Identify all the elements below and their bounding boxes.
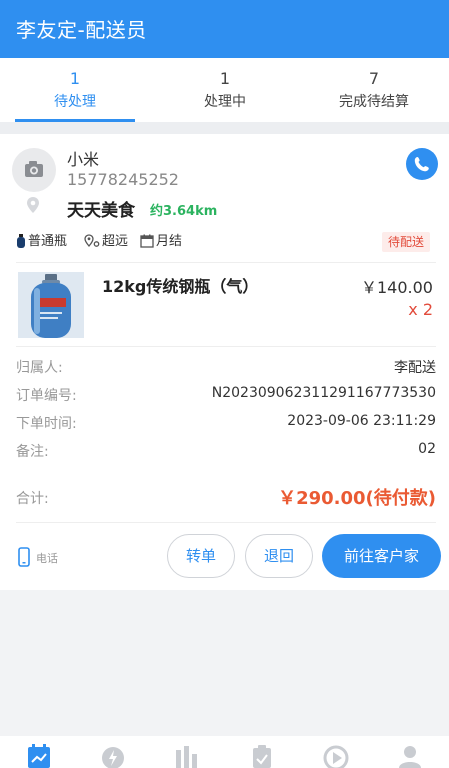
bar-chart-icon[interactable] xyxy=(174,744,200,768)
tag-distance-far: 超远 xyxy=(84,232,128,252)
bolt-icon[interactable] xyxy=(100,744,126,768)
camera-icon[interactable] xyxy=(12,148,56,192)
app-header: 李友定-配送员 xyxy=(0,0,449,58)
customer-name: 小米 xyxy=(67,150,100,169)
owner-label: 归属人: xyxy=(16,360,63,376)
tab-count: 1 xyxy=(219,69,231,88)
transfer-button[interactable]: 转单 xyxy=(167,534,235,578)
owner-row: 归属人: 李配送 xyxy=(16,357,436,379)
location-route-icon xyxy=(84,234,100,247)
order-number-value: N2023090623112911677735​30 xyxy=(211,385,436,401)
order-status-tabs: 1 待处理 1 处理中 7 完成待结算 xyxy=(0,58,449,122)
phone-link[interactable]: 电话 xyxy=(18,547,58,567)
total-row: 合计: ￥290.00(待付款) xyxy=(16,484,436,510)
divider xyxy=(16,262,436,263)
product-name: 12kg传统钢瓶（气） xyxy=(102,277,259,296)
shop-name: 天天美食 xyxy=(67,201,135,221)
order-time-value: 2023-09-06 23:11:29 xyxy=(287,413,436,429)
clipboard-check-icon[interactable] xyxy=(249,744,275,768)
user-icon[interactable] xyxy=(397,744,423,768)
owner-value: 李配送 xyxy=(394,360,436,376)
phone-call-icon[interactable] xyxy=(406,148,438,180)
order-number-label: 订单编号: xyxy=(16,388,77,404)
order-time-label: 下单时间: xyxy=(16,416,77,432)
tab-processing[interactable]: 1 处理中 xyxy=(150,58,300,122)
gas-cylinder-image xyxy=(18,272,84,338)
tab-label: 处理中 xyxy=(204,94,246,110)
customer-phone: 15778245252 xyxy=(67,170,179,189)
remark-value: 02 xyxy=(418,441,436,457)
divider xyxy=(16,346,436,347)
section-gap xyxy=(0,122,449,134)
tab-completed-unsettled[interactable]: 7 完成待结算 xyxy=(299,58,449,122)
status-badge: 待配送 xyxy=(382,232,431,252)
mobile-phone-icon xyxy=(18,547,30,567)
total-label: 合计: xyxy=(16,491,49,507)
order-number-row: 订单编号: N2023090623112911677735​30 xyxy=(16,385,436,407)
remark-label: 备注: xyxy=(16,444,49,460)
tab-label: 完成待结算 xyxy=(339,94,409,110)
go-to-customer-button[interactable]: 前往客户家 xyxy=(322,534,441,578)
divider xyxy=(16,522,436,523)
tab-count: 7 xyxy=(368,69,380,88)
return-button[interactable]: 退回 xyxy=(245,534,313,578)
location-pin-icon xyxy=(26,196,40,214)
tab-count: 1 xyxy=(69,69,81,88)
gas-cylinder-icon xyxy=(17,234,25,248)
play-icon[interactable] xyxy=(323,744,349,768)
remark-row: 备注: 02 xyxy=(16,441,436,463)
calendar-chart-icon[interactable] xyxy=(26,744,52,768)
bottom-tab-bar xyxy=(0,736,449,768)
order-time-row: 下单时间: 2023-09-06 23:11:29 xyxy=(16,413,436,435)
product-price: ￥140.00 xyxy=(361,278,433,297)
product-quantity: x 2 xyxy=(408,300,433,319)
total-value: ￥290.00(待付款) xyxy=(278,488,436,509)
tab-pending[interactable]: 1 待处理 xyxy=(0,58,150,122)
tab-label: 待处理 xyxy=(54,94,96,110)
order-card: 小米 15778245252 天天美食 约3.64km 普通瓶 超远 月结 待配… xyxy=(0,134,449,590)
tag-cylinder-type: 普通瓶 xyxy=(16,232,67,252)
page-title: 李友定-配送员 xyxy=(16,18,147,42)
distance: 约3.64km xyxy=(150,204,218,219)
calendar-icon xyxy=(140,234,154,248)
tag-monthly-settlement: 月结 xyxy=(140,232,182,252)
